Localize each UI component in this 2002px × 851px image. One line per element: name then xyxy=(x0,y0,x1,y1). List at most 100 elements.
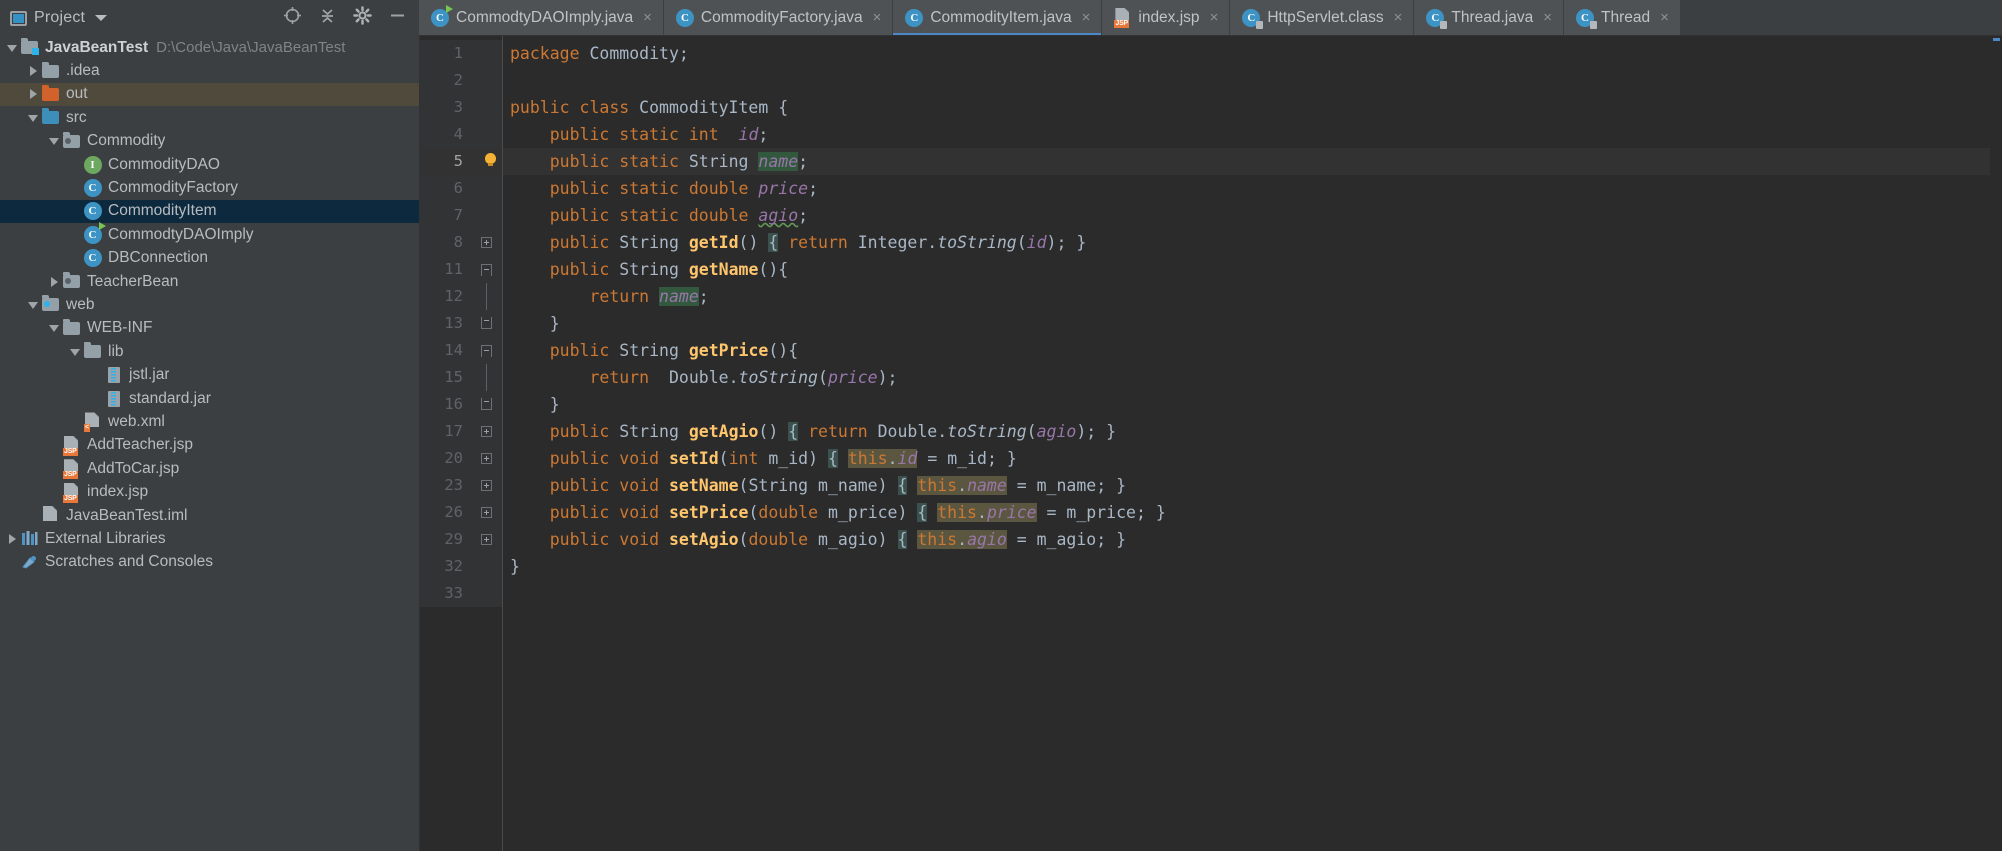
close-icon[interactable]: × xyxy=(1394,10,1403,25)
line-number[interactable]: 1 xyxy=(420,40,476,67)
tree-node-javabeantest-iml[interactable]: JavaBeanTest.iml xyxy=(0,504,419,527)
code-text[interactable]: public String getName(){ xyxy=(502,256,2002,283)
fold-gutter[interactable] xyxy=(476,310,502,337)
code-line[interactable]: 8 public String getId() { return Integer… xyxy=(420,229,2002,256)
line-number[interactable]: 8 xyxy=(420,229,476,256)
stripe-mark[interactable] xyxy=(1993,38,2000,41)
chevron-right-icon[interactable] xyxy=(48,275,62,289)
fold-gutter[interactable] xyxy=(476,121,502,148)
fold-expand-icon[interactable] xyxy=(481,480,492,491)
code-line[interactable]: 33 xyxy=(420,580,2002,607)
code-text[interactable]: public String getId() { return Integer.t… xyxy=(502,229,2002,256)
code-text[interactable]: public String getAgio() { return Double.… xyxy=(502,418,2002,445)
line-number[interactable]: 3 xyxy=(420,94,476,121)
tree-node-web[interactable]: web xyxy=(0,293,419,316)
project-tree[interactable]: JavaBeanTest D:\Code\Java\JavaBeanTest .id… xyxy=(0,36,420,851)
tree-node-lib[interactable]: lib xyxy=(0,340,419,363)
code-text[interactable]: } xyxy=(502,553,2002,580)
tree-node-standard-jar[interactable]: standard.jar xyxy=(0,387,419,410)
line-number[interactable]: 17 xyxy=(420,418,476,445)
close-icon[interactable]: × xyxy=(1210,10,1219,25)
code-line[interactable]: 11 public String getName(){ xyxy=(420,256,2002,283)
editor-tab-index-jsp[interactable]: JSP index.jsp × xyxy=(1102,0,1231,35)
code-editor[interactable]: 1 package Commodity; 2 3 public class Commod… xyxy=(420,36,2002,851)
code-text[interactable]: } xyxy=(502,391,2002,418)
code-text[interactable]: public static double price; xyxy=(502,175,2002,202)
code-line[interactable]: 4 public static int id; xyxy=(420,121,2002,148)
tree-node-addtocar-jsp[interactable]: JSP AddToCar.jsp xyxy=(0,457,419,480)
editor-tab-commodtydaoimply-java[interactable]: C CommodtyDAOImply.java × xyxy=(419,0,664,35)
fold-gutter[interactable] xyxy=(476,580,502,607)
code-line[interactable]: 15 return Double.toString(price); xyxy=(420,364,2002,391)
editor-tab-thread-java[interactable]: C Thread.java × xyxy=(1414,0,1565,35)
code-line[interactable]: 7 public static double agio; xyxy=(420,202,2002,229)
line-number[interactable]: 20 xyxy=(420,445,476,472)
code-line[interactable]: 29 public void setAgio(double m_agio) { … xyxy=(420,526,2002,553)
fold-gutter[interactable] xyxy=(476,391,502,418)
fold-expand-icon[interactable] xyxy=(481,453,492,464)
line-number[interactable]: 29 xyxy=(420,526,476,553)
fold-gutter[interactable] xyxy=(476,472,502,499)
tree-node-commodtydaoimply[interactable]: C CommodtyDAOImply xyxy=(0,221,419,246)
fold-gutter[interactable] xyxy=(476,202,502,229)
line-number[interactable]: 5 xyxy=(420,148,476,175)
line-number[interactable]: 14 xyxy=(420,337,476,364)
fold-gutter[interactable] xyxy=(476,229,502,256)
tree-node-dbconnection[interactable]: C DBConnection xyxy=(0,247,419,270)
chevron-down-icon[interactable] xyxy=(95,15,108,21)
locate-icon[interactable] xyxy=(283,6,302,30)
code-line[interactable]: 20 public void setId(int m_id) { this.id… xyxy=(420,445,2002,472)
fold-gutter[interactable] xyxy=(476,94,502,121)
fold-expand-icon[interactable] xyxy=(481,507,492,518)
code-line[interactable]: 23 public void setName(String m_name) { … xyxy=(420,472,2002,499)
code-line[interactable]: 6 public static double price; xyxy=(420,175,2002,202)
chevron-down-icon[interactable] xyxy=(48,321,62,335)
tree-node-commodityfactory[interactable]: C CommodityFactory xyxy=(0,176,419,199)
tree-node-idea[interactable]: .idea xyxy=(0,59,419,82)
line-number[interactable]: 13 xyxy=(420,310,476,337)
code-line[interactable]: 26 public void setPrice(double m_price) … xyxy=(420,499,2002,526)
fold-gutter[interactable] xyxy=(476,337,502,364)
code-text[interactable]: public String getPrice(){ xyxy=(502,337,2002,364)
fold-gutter[interactable] xyxy=(476,499,502,526)
tree-node-jstl-jar[interactable]: jstl.jar xyxy=(0,363,419,386)
tree-node-commoditydao[interactable]: I CommodityDAO xyxy=(0,153,419,176)
line-number[interactable]: 11 xyxy=(420,256,476,283)
fold-gutter[interactable] xyxy=(476,256,502,283)
fold-collapse-icon[interactable] xyxy=(481,264,492,276)
chevron-down-icon[interactable] xyxy=(27,298,41,312)
fold-gutter[interactable] xyxy=(476,526,502,553)
code-line[interactable]: 17 public String getAgio() { return Doub… xyxy=(420,418,2002,445)
code-text[interactable]: public void setAgio(double m_agio) { thi… xyxy=(502,526,2002,553)
tree-node-out[interactable]: out xyxy=(0,82,419,107)
close-icon[interactable]: × xyxy=(1543,10,1552,25)
code-text[interactable]: package Commodity; xyxy=(502,40,2002,67)
fold-expand-icon[interactable] xyxy=(481,534,492,545)
tree-node-src[interactable]: src xyxy=(0,106,419,129)
code-line[interactable]: 12 return name; xyxy=(420,283,2002,310)
chevron-down-icon[interactable] xyxy=(6,41,20,55)
fold-gutter[interactable] xyxy=(476,40,502,67)
code-line[interactable]: 2 xyxy=(420,67,2002,94)
fold-end-icon[interactable] xyxy=(481,317,492,329)
line-number[interactable]: 23 xyxy=(420,472,476,499)
fold-gutter[interactable] xyxy=(476,67,502,94)
code-text[interactable]: public static double agio; xyxy=(502,202,2002,229)
code-text[interactable]: public void setId(int m_id) { this.id = … xyxy=(502,445,2002,472)
code-line[interactable]: 13 } xyxy=(420,310,2002,337)
editor-tab-commodityitem-java[interactable]: C CommodityItem.java × xyxy=(893,0,1103,35)
chevron-right-icon[interactable] xyxy=(27,64,41,78)
code-area[interactable]: 1 package Commodity; 2 3 public class Commod… xyxy=(420,36,2002,607)
fold-gutter[interactable] xyxy=(476,283,502,310)
code-line[interactable]: 1 package Commodity; xyxy=(420,40,2002,67)
tree-node-web-xml[interactable]: < web.xml xyxy=(0,410,419,433)
fold-expand-icon[interactable] xyxy=(481,426,492,437)
chevron-right-icon[interactable] xyxy=(27,87,41,101)
line-number[interactable]: 26 xyxy=(420,499,476,526)
code-text[interactable] xyxy=(502,67,2002,94)
tree-node-scratches-and-consoles[interactable]: Scratches and Consoles xyxy=(0,551,419,574)
fold-gutter[interactable] xyxy=(476,553,502,580)
tree-node-teacherbean[interactable]: TeacherBean xyxy=(0,270,419,293)
code-text[interactable]: } xyxy=(502,310,2002,337)
code-text[interactable]: public static String name; xyxy=(502,148,2002,175)
